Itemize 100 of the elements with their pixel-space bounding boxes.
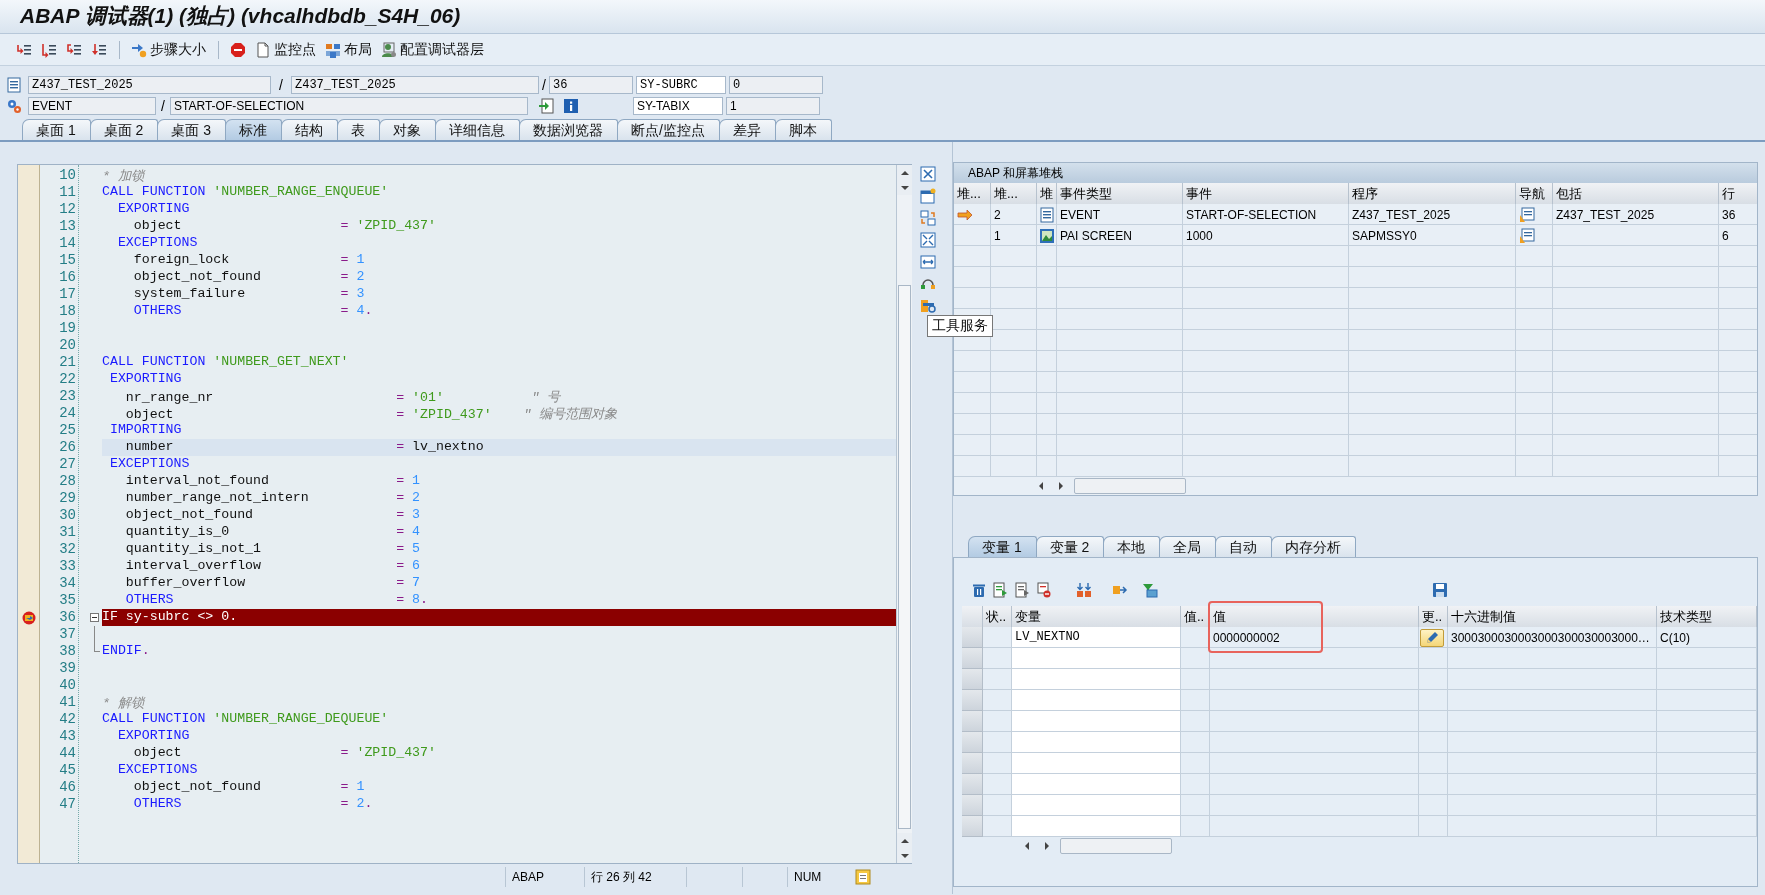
tab[interactable]: 桌面 2 bbox=[89, 119, 159, 140]
trash-icon[interactable] bbox=[971, 582, 987, 598]
code-line: interval_overflow = 6 bbox=[124, 558, 422, 575]
save-icon[interactable] bbox=[1432, 582, 1448, 598]
line-number: 15 bbox=[58, 252, 76, 269]
window-title: ABAP 调试器(1) (独占) (vhcalhdbdb_S4H_06) bbox=[20, 3, 461, 29]
tab[interactable]: 对象 bbox=[379, 119, 437, 140]
system-field-label: SY-TABIX bbox=[633, 96, 723, 115]
column-header[interactable]: 事件类型 bbox=[1057, 183, 1183, 205]
transfer-icon[interactable] bbox=[538, 97, 554, 114]
scrollbar-thumb[interactable] bbox=[898, 285, 911, 829]
column-header[interactable]: 程序 bbox=[1349, 183, 1516, 205]
variable-field[interactable] bbox=[1012, 690, 1181, 711]
code-line: quantity_is_not_1 = 5 bbox=[124, 541, 422, 558]
tab[interactable]: 自动 bbox=[1215, 536, 1273, 557]
swap-icon[interactable] bbox=[920, 210, 936, 226]
tab[interactable]: 桌面 3 bbox=[157, 119, 227, 140]
navigate-icon[interactable] bbox=[1519, 227, 1535, 244]
notes-icon[interactable] bbox=[855, 869, 871, 885]
boxes-icon[interactable] bbox=[1076, 582, 1092, 598]
toolbar-button[interactable]: 配置调试器层 bbox=[377, 37, 488, 62]
table-cell-text: Z437_TEST_2025 bbox=[1351, 206, 1452, 224]
tab[interactable]: 标准 bbox=[225, 119, 283, 140]
new-window-icon[interactable] bbox=[920, 188, 936, 204]
tab[interactable]: 脚本 bbox=[774, 119, 832, 140]
tab[interactable]: 详细信息 bbox=[435, 119, 521, 140]
line-number: 40 bbox=[58, 677, 76, 694]
tab[interactable]: 本地 bbox=[1103, 536, 1161, 557]
edit-button[interactable] bbox=[1420, 628, 1444, 647]
up-arrow-icon bbox=[899, 168, 910, 177]
column-header[interactable]: 堆... bbox=[954, 183, 991, 205]
variable-field[interactable] bbox=[1012, 774, 1181, 795]
tab[interactable]: 变量 2 bbox=[1035, 536, 1105, 557]
column-header[interactable]: 事件 bbox=[1183, 183, 1349, 205]
column-header[interactable]: 状.. bbox=[983, 606, 1012, 628]
tab[interactable]: 表 bbox=[337, 119, 381, 140]
list-arrow-icon bbox=[91, 41, 107, 58]
wrench-icon[interactable] bbox=[920, 298, 936, 314]
code-line: object = 'ZPID_437' bbox=[132, 745, 437, 762]
code-line: object_not_found = 2 bbox=[132, 269, 366, 286]
tab[interactable]: 内存分析 bbox=[1271, 536, 1357, 557]
close-icon[interactable] bbox=[920, 166, 936, 182]
loop-icon[interactable] bbox=[920, 276, 936, 292]
scroll-up-button[interactable] bbox=[897, 165, 912, 180]
line-number: 19 bbox=[58, 320, 76, 337]
filter-icon[interactable] bbox=[1142, 582, 1158, 598]
variable-field[interactable] bbox=[1012, 669, 1181, 690]
code-line: buffer_overflow = 7 bbox=[124, 575, 422, 592]
column-header[interactable]: 堆... bbox=[991, 183, 1037, 205]
tab[interactable]: 全局 bbox=[1159, 536, 1217, 557]
output-field: START-OF-SELECTION bbox=[170, 96, 528, 115]
list-remove-icon[interactable] bbox=[1036, 582, 1052, 598]
navigate-icon[interactable] bbox=[1519, 206, 1535, 223]
line-number: 45 bbox=[58, 762, 76, 779]
code-line: object_not_found = 1 bbox=[132, 779, 366, 796]
line-number: 11 bbox=[58, 184, 76, 201]
variable-field[interactable] bbox=[1012, 795, 1181, 816]
column-header[interactable]: 导航 bbox=[1516, 183, 1553, 205]
column-header[interactable]: 值 bbox=[1210, 606, 1419, 628]
column-header[interactable]: 堆 bbox=[1037, 183, 1057, 205]
column-header[interactable]: 行 bbox=[1719, 183, 1757, 205]
table-cell-text: Z437_TEST_2025 bbox=[1555, 206, 1656, 224]
table-cell-text: SAPMSSY0 bbox=[1351, 227, 1418, 245]
scrollbar-thumb[interactable] bbox=[1060, 838, 1172, 854]
toolbar-button[interactable]: 监控点 bbox=[251, 37, 320, 62]
column-header[interactable]: 更.. bbox=[1419, 606, 1448, 628]
scroll-up-button[interactable] bbox=[897, 833, 912, 848]
column-header[interactable]: 变量 bbox=[1012, 606, 1181, 628]
table-cell-text: PAI SCREEN bbox=[1059, 227, 1133, 245]
variable-field[interactable] bbox=[1012, 711, 1181, 732]
line-number: 25 bbox=[58, 422, 76, 439]
width-icon[interactable] bbox=[920, 254, 936, 270]
column-header[interactable]: 包括 bbox=[1553, 183, 1719, 205]
line-number: 41 bbox=[58, 694, 76, 711]
column-header[interactable]: 值.. bbox=[1181, 606, 1210, 628]
column-header[interactable]: 技术类型 bbox=[1657, 606, 1757, 628]
tab[interactable]: 断点/监控点 bbox=[617, 119, 720, 140]
table-cell-text: 1 bbox=[993, 227, 1002, 245]
toolbar-button[interactable]: 步骤大小 bbox=[127, 37, 210, 62]
info-icon[interactable] bbox=[563, 97, 579, 114]
variable-field[interactable]: LV_NEXTNO bbox=[1012, 627, 1181, 648]
scrollbar-thumb[interactable] bbox=[1074, 478, 1186, 494]
column-header[interactable]: 十六进制值 bbox=[1448, 606, 1657, 628]
maximize-icon[interactable] bbox=[920, 232, 936, 248]
collapse-icon[interactable] bbox=[90, 613, 99, 622]
tab[interactable]: 结构 bbox=[281, 119, 339, 140]
tab[interactable]: 桌面 1 bbox=[22, 119, 91, 140]
tab[interactable]: 差异 bbox=[718, 119, 776, 140]
tab[interactable]: 数据浏览器 bbox=[519, 119, 619, 140]
line-number: 47 bbox=[58, 796, 76, 813]
scroll-down-button[interactable] bbox=[897, 180, 912, 195]
tab[interactable]: 变量 1 bbox=[968, 536, 1037, 557]
variable-field[interactable] bbox=[1012, 648, 1181, 669]
scroll-down-button[interactable] bbox=[897, 848, 912, 863]
slash-text: / bbox=[278, 76, 284, 93]
toolbar-button[interactable]: 布局 bbox=[321, 37, 376, 62]
variable-field[interactable] bbox=[1012, 732, 1181, 753]
variable-field[interactable] bbox=[1012, 816, 1181, 837]
variable-field[interactable] bbox=[1012, 753, 1181, 774]
list-arrow-icon bbox=[41, 41, 57, 58]
